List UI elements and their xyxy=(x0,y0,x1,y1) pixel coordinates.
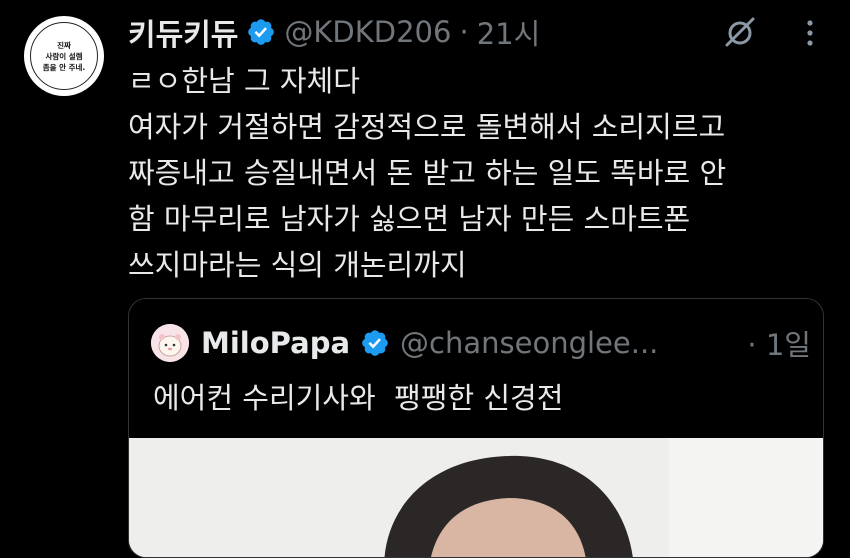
hamster-icon xyxy=(151,324,189,362)
avatar-caption: 진짜 사람이 설렘 좀을 안 주네. xyxy=(30,22,98,90)
tweet-line: 쓰지마라는 식의 개논리까지 xyxy=(128,248,467,282)
quoted-tweet-image[interactable] xyxy=(129,438,823,557)
verified-badge-icon xyxy=(248,19,275,45)
author-handle[interactable]: @KDKD206 xyxy=(284,15,451,49)
quoted-tweet-card[interactable]: MiloPapa @chanseonglee... · 1일 에어컨 수리기사와… xyxy=(128,298,824,558)
separator-dot: · xyxy=(459,15,469,49)
tweet-line: 짜증내고 승질내면서 돈 받고 하는 일도 똑바로 안 xyxy=(128,156,727,190)
quoted-tweet-time[interactable]: · 1일 xyxy=(747,322,811,364)
video-thumbnail-image xyxy=(129,438,823,557)
quoted-tweet-header: MiloPapa @chanseonglee... · 1일 xyxy=(151,323,811,363)
tweet-line: 여자가 거절하면 감정적으로 돌변해서 소리지르고 xyxy=(128,110,726,144)
author-name[interactable]: 키듀키듀 xyxy=(128,10,238,54)
quoted-author-avatar xyxy=(151,324,189,362)
tweet-line: 함 마무리로 남자가 싫으면 남자 만든 스마트폰 xyxy=(128,202,691,236)
author-avatar[interactable]: 진짜 사람이 설렘 좀을 안 주네. xyxy=(24,16,104,96)
verified-badge-icon xyxy=(362,330,388,356)
avatar-caption-line: 좀을 안 주네. xyxy=(42,62,86,72)
avatar-caption-line: 사람이 설렘 xyxy=(45,51,83,61)
tweet-line: ㄹㅇ한남 그 자체다 xyxy=(128,64,360,98)
avatar-caption-line: 진짜 xyxy=(57,40,71,50)
tweet-body: ㄹㅇ한남 그 자체다 여자가 거절하면 감정적으로 돌변해서 소리지르고 짜증내… xyxy=(128,58,828,288)
more-vertical-icon[interactable] xyxy=(800,18,820,48)
tweet-time[interactable]: 21시 xyxy=(477,11,541,53)
quoted-author-handle[interactable]: @chanseonglee... xyxy=(400,326,658,360)
quoted-tweet-text: 에어컨 수리기사와 팽팽한 신경전 xyxy=(153,381,564,415)
tweet-header: 키듀키듀 @KDKD206 · 21시 xyxy=(128,10,540,54)
quoted-author-name[interactable]: MiloPapa xyxy=(201,326,350,360)
eye-slash-icon[interactable] xyxy=(722,14,758,50)
